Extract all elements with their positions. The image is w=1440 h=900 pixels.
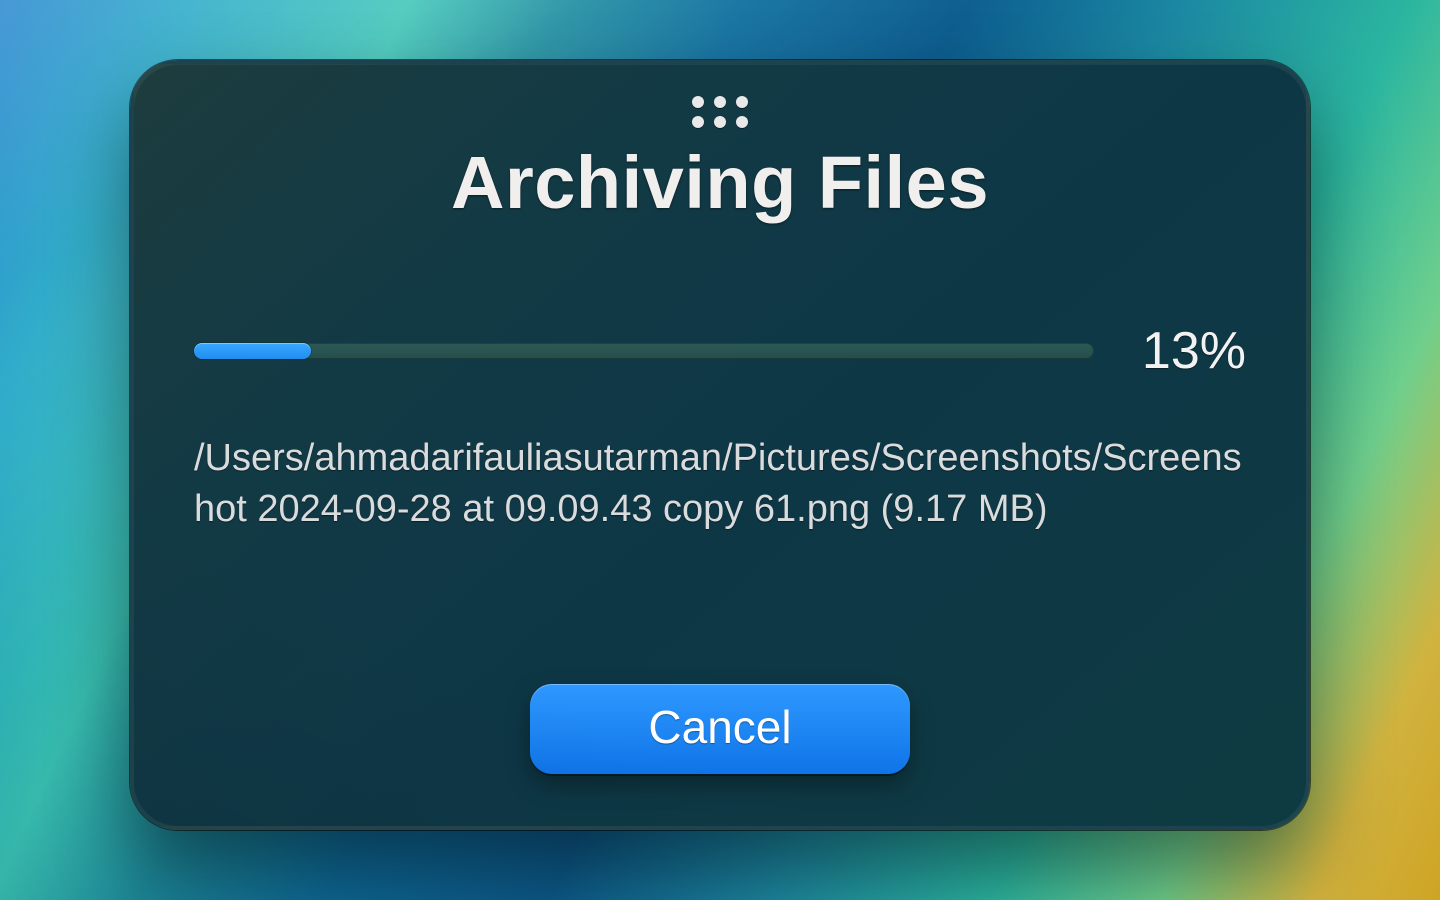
dialog-footer: Cancel: [194, 684, 1246, 778]
progress-bar-fill: [194, 343, 311, 359]
archive-progress-dialog: Archiving Files 13% /Users/ahmadarifauli…: [130, 60, 1310, 830]
drag-grip-icon[interactable]: [692, 96, 748, 128]
dialog-title: Archiving Files: [194, 140, 1246, 225]
progress-row: 13%: [194, 321, 1246, 381]
current-file-path: /Users/ahmadarifauliasutarman/Pictures/S…: [194, 433, 1246, 536]
progress-percent-label: 13%: [1126, 321, 1246, 381]
cancel-button[interactable]: Cancel: [530, 684, 910, 774]
progress-bar: [194, 343, 1094, 359]
desktop-wallpaper: Archiving Files 13% /Users/ahmadarifauli…: [0, 0, 1440, 900]
